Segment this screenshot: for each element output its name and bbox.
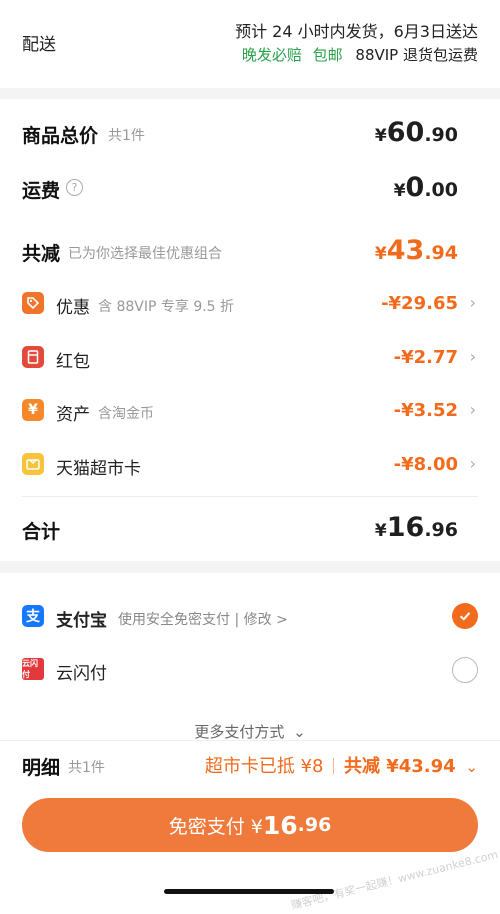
total-amount: ¥16.96: [374, 512, 458, 543]
total-label: 合计: [22, 521, 61, 543]
discount-row-amount: -¥29.65: [381, 293, 458, 314]
home-indicator: [164, 889, 334, 894]
discount-row-label: 资产: [56, 405, 90, 425]
vip-return-tag: 88VIP 退货包运费: [355, 46, 478, 64]
pay-button-dec: .96: [297, 814, 332, 836]
detail-count: 共1件: [68, 760, 105, 776]
pay-button-prefix: 免密支付 ¥: [168, 815, 263, 838]
tag-icon: [22, 292, 44, 314]
card-deduct-text: 超市卡已抵 ¥8: [204, 756, 324, 777]
unionpay-radio[interactable]: [452, 657, 478, 683]
goods-total-label: 商品总价: [22, 125, 99, 147]
divider: [22, 496, 478, 497]
goods-total-amount: ¥60.90: [374, 117, 458, 148]
alipay-radio-checked[interactable]: [452, 603, 478, 629]
shipping-label: 运费: [22, 180, 61, 202]
delivery-tags: 晚发必赔 包邮 88VIP 退货包运费: [242, 44, 478, 65]
price-summary-card: 商品总价 共1件 ¥60.90 运费 ? ¥0.00 共减 已为你选择最佳优惠组…: [0, 99, 500, 561]
unionpay-icon: 云闪付: [22, 658, 44, 680]
detail-label[interactable]: 明细: [22, 753, 60, 780]
unionpay-label: 云闪付: [56, 664, 107, 684]
shipping-amount: ¥0.00: [393, 172, 458, 203]
chevron-right-icon: ›: [469, 347, 476, 366]
discount-row-note: 含 88VIP 专享 9.5 折: [98, 299, 235, 315]
alipay-icon: 支: [22, 605, 44, 627]
chevron-right-icon: ›: [469, 400, 476, 419]
discount-row-amount: -¥2.77: [393, 347, 458, 368]
delivery-label: 配送: [22, 35, 56, 55]
delivery-estimate: 预计 24 小时内发货，6月3日送达: [235, 22, 478, 41]
discount-row-label: 优惠: [56, 298, 90, 318]
chevron-right-icon: ›: [469, 293, 476, 312]
pay-button-int: 16: [262, 810, 298, 840]
savings-summary[interactable]: 超市卡已抵 ¥8 共减 ¥43.94 ⌄: [205, 752, 478, 778]
bottom-bar: 明细 共1件 超市卡已抵 ¥8 共减 ¥43.94 ⌄ 免密支付 ¥16.96 …: [0, 740, 500, 914]
goods-count: 共1件: [108, 128, 145, 144]
discount-row-label: 天猫超市卡: [56, 459, 141, 479]
chevron-down-icon: ⌄: [293, 723, 306, 741]
late-compensation-tag: 晚发必赔: [241, 46, 302, 64]
help-icon[interactable]: ?: [66, 179, 83, 196]
yen-asset-icon: ¥: [22, 399, 44, 421]
discount-row-amount: -¥3.52: [393, 400, 458, 421]
chevron-double-down-icon: ⌄: [465, 758, 478, 776]
gift-card-icon: [22, 453, 44, 475]
discount-note: 已为你选择最佳优惠组合: [68, 246, 222, 262]
discount-row-note: 含淘金币: [98, 406, 154, 422]
discount-label: 共减: [22, 243, 61, 265]
alipay-note[interactable]: 使用安全免密支付 | 修改 >: [118, 609, 288, 629]
vertical-divider: [333, 758, 335, 774]
red-packet-icon: [22, 346, 44, 368]
alipay-label: 支付宝: [56, 611, 107, 631]
total-saved-text: 共减 ¥43.94: [343, 756, 456, 777]
chevron-right-icon: ›: [469, 454, 476, 473]
more-payment-methods[interactable]: 更多支付方式 ⌄: [0, 721, 500, 742]
discount-row-label: 红包: [56, 352, 90, 372]
discount-total-amount: ¥43.94: [374, 235, 458, 266]
free-shipping-tag: 包邮: [312, 46, 343, 64]
discount-row-amount: -¥8.00: [393, 454, 458, 475]
pay-button[interactable]: 免密支付 ¥16.96: [22, 798, 478, 852]
watermark: 赚客吧，有奖一起赚！www.zuanke8.com: [290, 847, 500, 913]
more-payment-label: 更多支付方式: [194, 723, 285, 741]
delivery-card: 配送 预计 24 小时内发货，6月3日送达 晚发必赔 包邮 88VIP 退货包运…: [0, 0, 500, 88]
